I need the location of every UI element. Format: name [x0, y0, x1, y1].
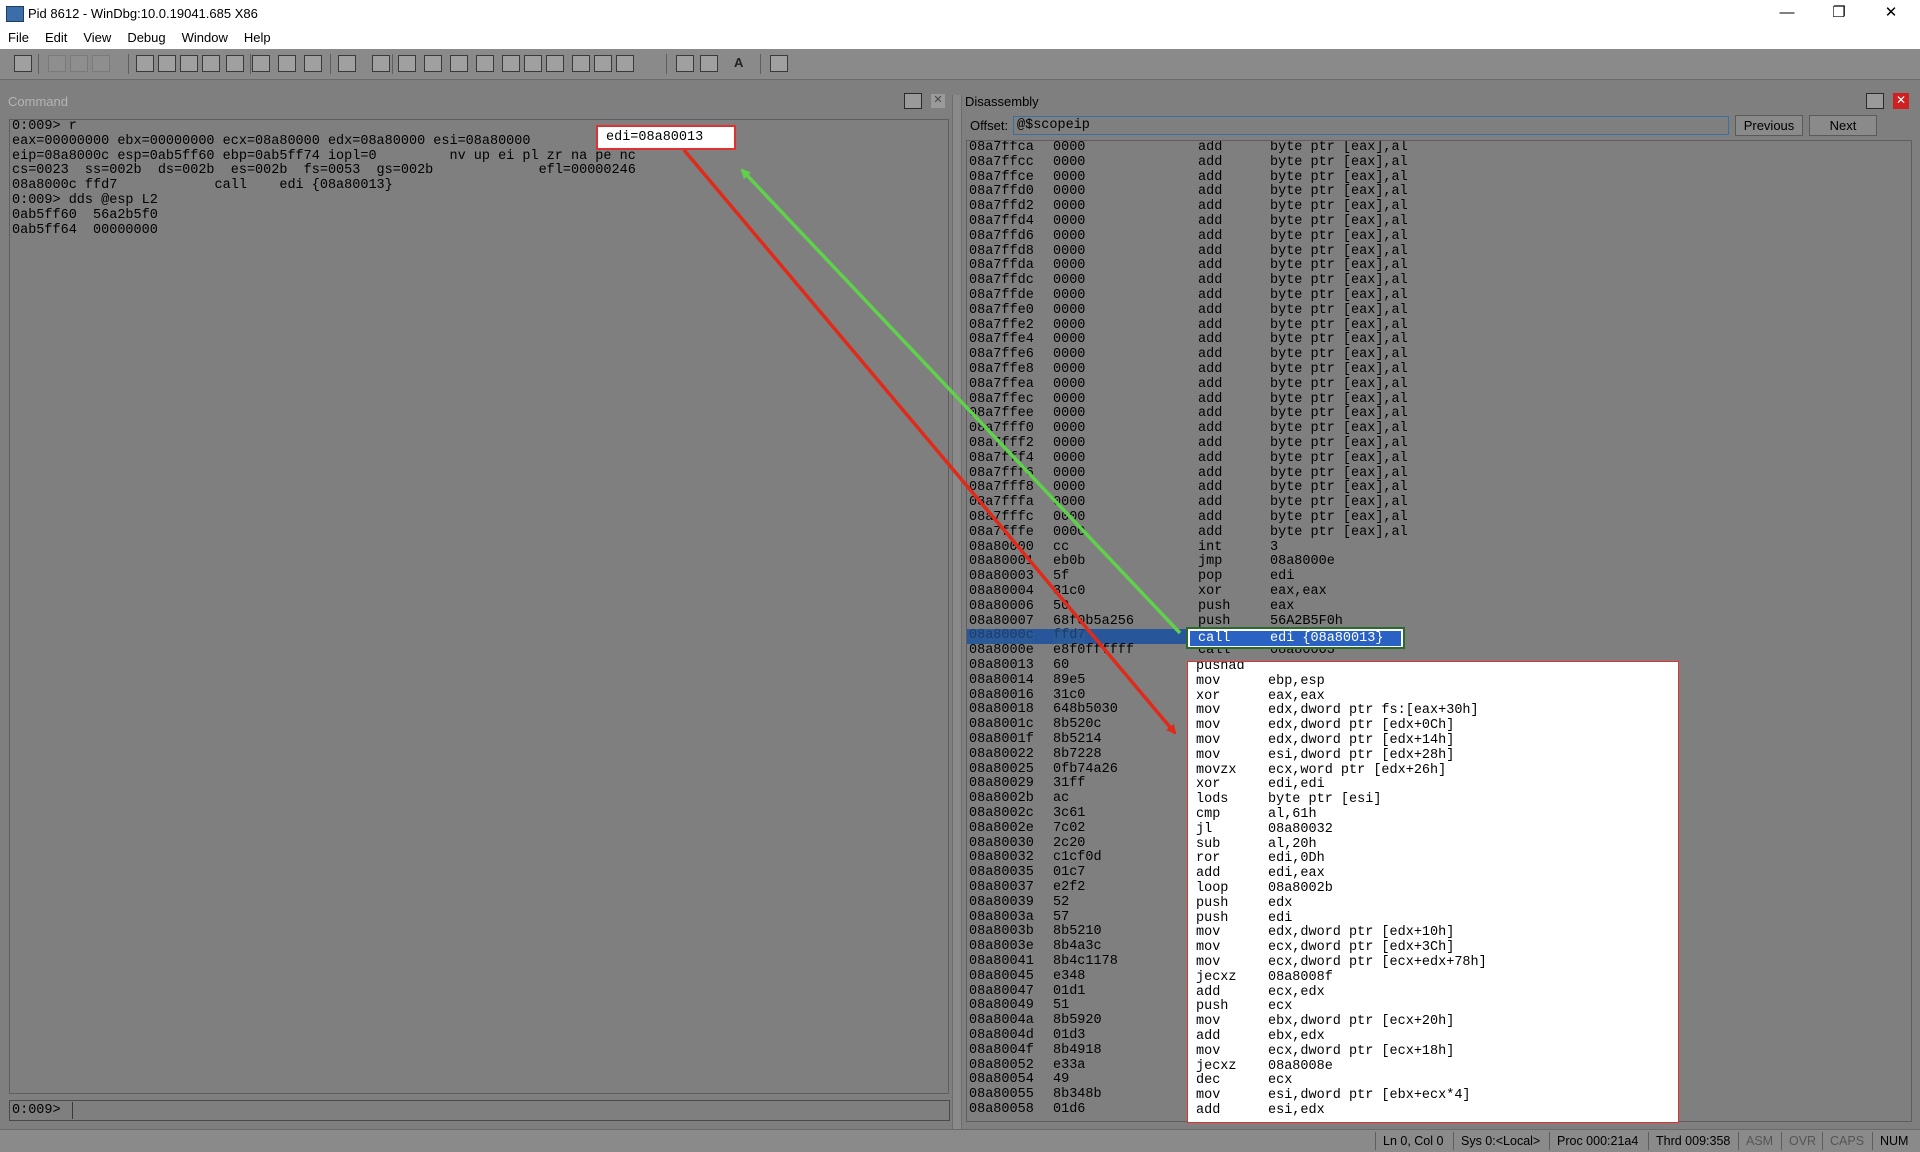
status-thrd: Thrd 009:358 — [1656, 1134, 1731, 1148]
status-position: Ln 0, Col 0 — [1383, 1134, 1444, 1148]
status-bar: Ln 0, Col 0 Sys 0:<Local> Proc 000:21a4 … — [0, 1129, 1920, 1152]
status-sys: Sys 0:<Local> — [1461, 1134, 1541, 1148]
red-arrow — [682, 148, 1177, 735]
green-arrow — [740, 168, 1182, 635]
status-caps: CAPS — [1830, 1134, 1865, 1148]
annotation-arrows — [682, 148, 1182, 735]
status-num: NUM — [1880, 1134, 1909, 1148]
status-asm: ASM — [1746, 1134, 1774, 1148]
status-ovr: OVR — [1789, 1134, 1817, 1148]
status-proc: Proc 000:21a4 — [1557, 1134, 1639, 1148]
